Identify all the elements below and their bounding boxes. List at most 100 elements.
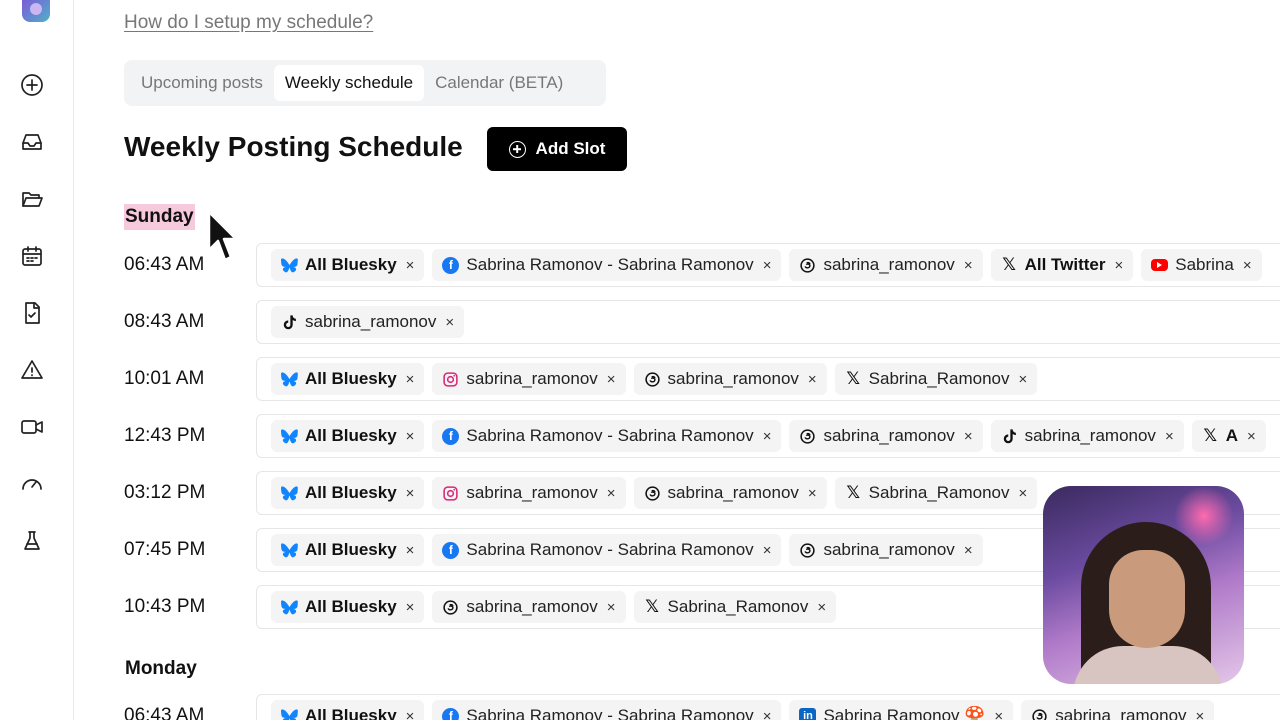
remove-channel-icon[interactable]: × xyxy=(607,371,616,388)
remove-channel-icon[interactable]: × xyxy=(964,257,973,274)
facebook-icon: f xyxy=(442,541,460,559)
channel-label: sabrina_ramonov xyxy=(1055,706,1187,720)
channel-label: sabrina_ramonov xyxy=(305,312,437,331)
plus-circle-icon xyxy=(508,140,526,158)
setup-help-link[interactable]: How do I setup my schedule? xyxy=(124,12,373,34)
channel-chip: f Sabrina Ramonov - Sabrina Ramonov × xyxy=(432,249,782,281)
threads-icon xyxy=(799,428,816,445)
channel-label: sabrina_ramonov xyxy=(466,483,598,502)
add-slot-label: Add Slot xyxy=(535,139,606,158)
remove-channel-icon[interactable]: × xyxy=(763,708,772,720)
channel-chip: in Sabrina Ramonov 🍄 × xyxy=(789,700,1014,720)
slot-channels[interactable]: sabrina_ramonov × xyxy=(256,300,1280,344)
slot-time: 06:43 AM xyxy=(124,705,205,720)
gauge-icon[interactable] xyxy=(20,472,44,496)
slot-channels[interactable]: All Bluesky × f Sabrina Ramonov - Sabrina R… xyxy=(256,694,1280,720)
remove-channel-icon[interactable]: × xyxy=(406,599,415,616)
flask-icon[interactable] xyxy=(20,529,44,553)
channel-chip: All Bluesky × xyxy=(271,477,425,509)
user-avatar[interactable] xyxy=(22,0,50,22)
remove-channel-icon[interactable]: × xyxy=(964,428,973,445)
channel-chip: All Bluesky × xyxy=(271,249,425,281)
remove-channel-icon[interactable]: × xyxy=(994,708,1003,720)
slot-row: 10:01 AM All Bluesky × sabrina_ramonov × sabr… xyxy=(124,357,1280,401)
remove-channel-icon[interactable]: × xyxy=(1165,428,1174,445)
channel-chip: sabrina_ramonov × xyxy=(1021,700,1215,720)
remove-channel-icon[interactable]: × xyxy=(445,314,454,331)
inbox-icon[interactable] xyxy=(20,130,44,154)
channel-label: Sabrina Ramonov - Sabrina Ramonov xyxy=(466,540,754,559)
channel-chip: 𝕏 Sabrina_Ramonov × xyxy=(633,591,837,623)
remove-channel-icon[interactable]: × xyxy=(763,542,772,559)
remove-channel-icon[interactable]: × xyxy=(406,708,415,720)
threads-icon xyxy=(442,599,459,616)
channel-label: A xyxy=(1225,426,1238,445)
remove-channel-icon[interactable]: × xyxy=(817,599,826,616)
remove-channel-icon[interactable]: × xyxy=(1247,428,1256,445)
remove-channel-icon[interactable]: × xyxy=(607,599,616,616)
add-slot-button[interactable]: Add Slot xyxy=(487,127,627,171)
channel-chip: sabrina_ramonov × xyxy=(789,420,983,452)
remove-channel-icon[interactable]: × xyxy=(1018,485,1027,502)
file-check-icon[interactable] xyxy=(20,301,44,325)
x-icon: 𝕏 xyxy=(1203,426,1218,445)
slot-time: 07:45 PM xyxy=(124,539,206,560)
channel-chip: All Bluesky × xyxy=(271,534,425,566)
tab-upcoming-posts[interactable]: Upcoming posts xyxy=(130,65,274,101)
slot-channels[interactable]: All Bluesky × f Sabrina Ramonov - Sabrina R… xyxy=(256,243,1280,287)
bluesky-icon xyxy=(281,542,298,559)
remove-channel-icon[interactable]: × xyxy=(763,428,772,445)
remove-channel-icon[interactable]: × xyxy=(964,542,973,559)
remove-channel-icon[interactable]: × xyxy=(1018,371,1027,388)
remove-channel-icon[interactable]: × xyxy=(406,428,415,445)
tab-weekly-schedule[interactable]: Weekly schedule xyxy=(273,65,425,101)
folder-open-icon[interactable] xyxy=(20,187,44,211)
channel-chip: 𝕏 Sabrina_Ramonov × xyxy=(834,477,1038,509)
remove-channel-icon[interactable]: × xyxy=(607,485,616,502)
slot-time: 10:43 PM xyxy=(124,596,206,617)
plus-circle-icon[interactable] xyxy=(20,73,44,97)
channel-chip: 𝕏 Sabrina_Ramonov × xyxy=(834,363,1038,395)
channel-chip: sabrina_ramonov × xyxy=(432,591,626,623)
slot-channels[interactable]: All Bluesky × f Sabrina Ramonov - Sabrina R… xyxy=(256,414,1280,458)
remove-channel-icon[interactable]: × xyxy=(406,371,415,388)
bluesky-icon xyxy=(281,371,298,388)
video-icon[interactable] xyxy=(20,415,44,439)
channel-label: Sabrina_Ramonov xyxy=(868,483,1010,502)
channel-chip: f Sabrina Ramonov - Sabrina Ramonov × xyxy=(432,534,782,566)
threads-icon xyxy=(1031,708,1048,720)
remove-channel-icon[interactable]: × xyxy=(1196,708,1205,720)
channel-chip: sabrina_ramonov × xyxy=(990,420,1184,452)
channel-label: Sabrina xyxy=(1175,255,1234,274)
instagram-icon xyxy=(442,485,459,502)
channel-label: sabrina_ramonov xyxy=(823,255,955,274)
webcam-overlay xyxy=(1043,486,1244,684)
x-icon: 𝕏 xyxy=(846,483,861,502)
channel-chip: f Sabrina Ramonov - Sabrina Ramonov × xyxy=(432,700,782,720)
calendar-icon[interactable] xyxy=(20,244,44,268)
slot-row: 06:43 AM All Bluesky × f Sabrina Ramonov - S… xyxy=(124,243,1280,287)
remove-channel-icon[interactable]: × xyxy=(808,371,817,388)
channel-chip: Sabrina × xyxy=(1141,249,1262,281)
channel-label: sabrina_ramonov xyxy=(823,540,955,559)
linkedin-icon: in xyxy=(799,707,817,720)
remove-channel-icon[interactable]: × xyxy=(406,257,415,274)
channel-chip: sabrina_ramonov × xyxy=(633,363,827,395)
channel-label: All Bluesky xyxy=(305,369,397,388)
remove-channel-icon[interactable]: × xyxy=(808,485,817,502)
remove-channel-icon[interactable]: × xyxy=(406,542,415,559)
slot-time: 12:43 PM xyxy=(124,425,206,446)
warning-icon[interactable] xyxy=(20,358,44,382)
remove-channel-icon[interactable]: × xyxy=(406,485,415,502)
tab-calendar[interactable]: Calendar (BETA) xyxy=(424,65,574,101)
remove-channel-icon[interactable]: × xyxy=(1243,257,1252,274)
channel-chip: 𝕏 All Twitter × xyxy=(990,249,1134,281)
remove-channel-icon[interactable]: × xyxy=(1115,257,1124,274)
channel-chip: f Sabrina Ramonov - Sabrina Ramonov × xyxy=(432,420,782,452)
slot-channels[interactable]: All Bluesky × sabrina_ramonov × sabrina_ramo… xyxy=(256,357,1280,401)
tiktok-icon xyxy=(1001,428,1018,445)
remove-channel-icon[interactable]: × xyxy=(763,257,772,274)
channel-chip: All Bluesky × xyxy=(271,363,425,395)
threads-icon xyxy=(799,257,816,274)
channel-label: All Bluesky xyxy=(305,483,397,502)
